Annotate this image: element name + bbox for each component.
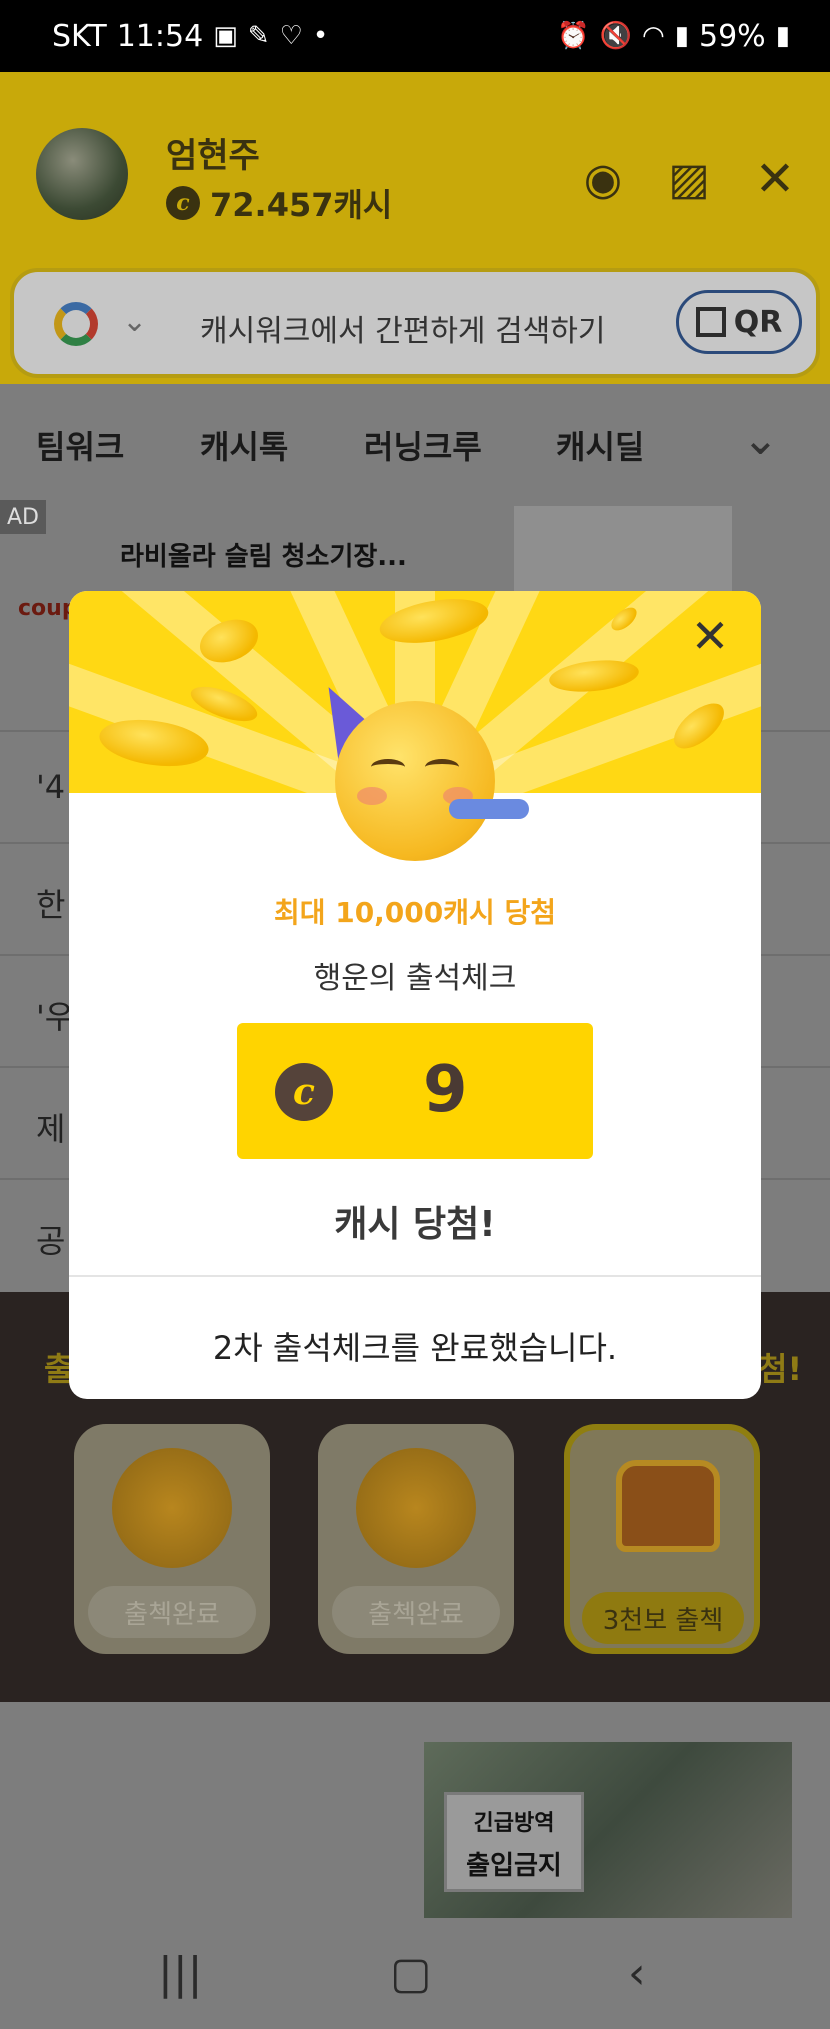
gallery-notification-icon: ▣ bbox=[213, 21, 238, 51]
heart-notification-icon: ♡ bbox=[279, 21, 303, 51]
attendance-title-end: 첨! bbox=[758, 1350, 803, 1388]
attendance-button[interactable]: 3천보 출첵 bbox=[582, 1592, 744, 1644]
sign-main-text: 출입금지 bbox=[466, 1851, 562, 1881]
cash-shop-icon[interactable]: ◉ bbox=[576, 152, 630, 206]
tab-running-crew[interactable]: 러닝크루 bbox=[364, 422, 482, 468]
category-tabs: 팀워크 캐시톡 러닝크루 캐시딜 ⌄ bbox=[0, 384, 830, 500]
prize-box: c 9 bbox=[237, 1023, 593, 1159]
divider bbox=[69, 1275, 761, 1277]
app-header: 엄현주 c 72.457캐시 ◉ ▨ ✕ ⌄ 캐시워크에서 간편하게 검색하기 … bbox=[0, 72, 830, 384]
list-item-text: 제 bbox=[36, 1110, 66, 1148]
ad-badge: AD bbox=[0, 500, 46, 534]
list-item-text: 한 bbox=[36, 886, 66, 924]
expand-tabs-icon[interactable]: ⌄ bbox=[742, 414, 779, 465]
qr-label: QR bbox=[733, 304, 783, 340]
wifi-icon: ◠ bbox=[642, 21, 665, 51]
news-section: 긴급방역 출입금지 bbox=[0, 1702, 830, 1918]
prize-headline: 최대 10,000캐시 당첨 bbox=[273, 896, 557, 929]
home-icon[interactable]: ▢ bbox=[390, 1948, 432, 1999]
chevron-down-icon[interactable]: ⌄ bbox=[122, 304, 147, 339]
user-name: 엄현주 bbox=[166, 136, 260, 176]
tab-cashtalk[interactable]: 캐시톡 bbox=[200, 422, 288, 468]
news-image[interactable]: 긴급방역 출입금지 bbox=[424, 1742, 792, 1918]
news-sign: 긴급방역 출입금지 bbox=[444, 1792, 584, 1892]
image-icon[interactable]: ▨ bbox=[662, 152, 716, 206]
prize-subline: 행운의 출석체크 bbox=[313, 961, 517, 996]
app-notification-icon: ✎ bbox=[247, 21, 270, 51]
attendance-result-dialog: ✕ 최대 10,000캐시 당첨 행운의 출석체크 c 9 캐시 당첨! 2차 … bbox=[69, 591, 761, 1399]
party-horn-icon bbox=[449, 799, 529, 819]
more-notifications-icon: • bbox=[312, 21, 329, 51]
win-text: 캐시 당첨! bbox=[334, 1204, 496, 1245]
cash-balance: c 72.457캐시 bbox=[166, 180, 392, 226]
qr-code-icon bbox=[695, 307, 726, 337]
recent-apps-icon[interactable]: ||| bbox=[158, 1948, 202, 1999]
avatar[interactable] bbox=[36, 128, 128, 220]
sign-top-text: 긴급방역 bbox=[473, 1811, 555, 1836]
tab-teamwork[interactable]: 팀워크 bbox=[36, 422, 124, 468]
battery-percent: 59% bbox=[699, 18, 766, 54]
coins-icon bbox=[112, 1448, 232, 1568]
qr-button[interactable]: QR bbox=[676, 290, 802, 354]
back-icon[interactable]: ‹ bbox=[628, 1948, 646, 1999]
coins-icon bbox=[356, 1448, 476, 1568]
tab-cashdeal[interactable]: 캐시딜 bbox=[556, 422, 644, 468]
signal-icon: ▮ bbox=[674, 21, 689, 51]
ad-title[interactable]: 라비올라 슬림 청소기장... bbox=[120, 536, 407, 573]
treasure-chest-icon bbox=[616, 1460, 720, 1552]
prize-amount: 9 bbox=[423, 1053, 468, 1127]
coin-icon: c bbox=[275, 1063, 333, 1121]
attendance-card-1[interactable]: 출첵완료 bbox=[74, 1424, 270, 1654]
carrier-label: SKT bbox=[52, 18, 107, 54]
attendance-status: 출첵완료 bbox=[88, 1586, 256, 1638]
attendance-card-3[interactable]: 3천보 출첵 bbox=[564, 1424, 760, 1654]
clock: 11:54 bbox=[116, 18, 204, 54]
attendance-card-2[interactable]: 출첵완료 bbox=[318, 1424, 514, 1654]
status-bar: SKT 11:54 ▣ ✎ ♡ • ⏰ 🔇 ◠ ▮ 59% ▮ bbox=[0, 0, 830, 72]
completion-message: 2차 출석체크를 완료했습니다. bbox=[212, 1329, 618, 1367]
google-logo-icon bbox=[54, 302, 98, 346]
attendance-status: 출첵완료 bbox=[332, 1586, 500, 1638]
alarm-icon: ⏰ bbox=[557, 21, 590, 51]
close-icon[interactable]: ✕ bbox=[685, 609, 735, 663]
battery-icon: ▮ bbox=[775, 21, 790, 51]
list-item-text: '4 bbox=[36, 768, 66, 806]
list-item-text: 공 bbox=[36, 1222, 66, 1260]
mute-icon: 🔇 bbox=[599, 21, 632, 51]
system-nav-bar: ||| ▢ ‹ bbox=[0, 1918, 830, 2029]
search-bar[interactable]: ⌄ 캐시워크에서 간편하게 검색하기 QR bbox=[10, 268, 820, 378]
coin-icon: c bbox=[166, 186, 200, 220]
party-face-icon bbox=[335, 701, 495, 861]
close-icon[interactable]: ✕ bbox=[748, 151, 802, 207]
search-input[interactable]: 캐시워크에서 간편하게 검색하기 bbox=[200, 306, 605, 350]
cash-amount: 72.457캐시 bbox=[210, 186, 393, 224]
